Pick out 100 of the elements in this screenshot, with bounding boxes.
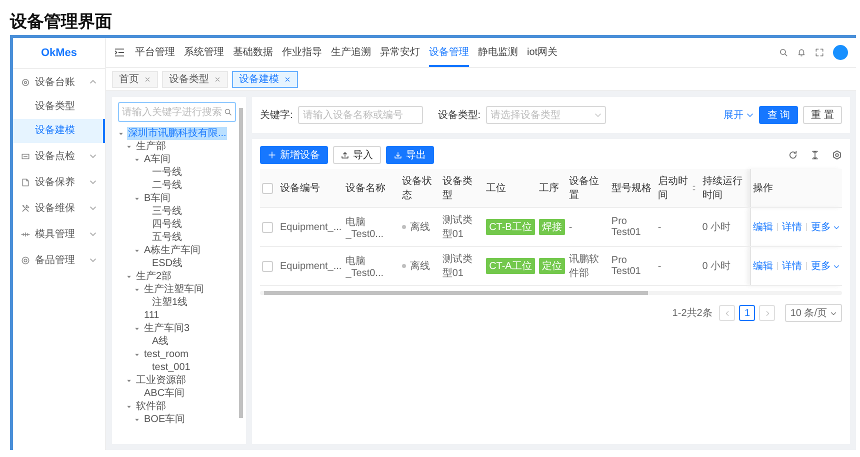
- bell-icon[interactable]: [797, 48, 806, 57]
- nav-tab[interactable]: 基础数据: [233, 38, 273, 67]
- checkbox[interactable]: [262, 222, 273, 232]
- refresh-icon[interactable]: [788, 150, 798, 160]
- tree-node[interactable]: 三号线: [151, 205, 183, 218]
- more-link[interactable]: 更多: [810, 220, 840, 234]
- nav-tab[interactable]: 异常安灯: [380, 38, 420, 67]
- page-tab[interactable]: 设备类型: [162, 70, 228, 88]
- edit-link[interactable]: 编辑: [752, 259, 773, 273]
- tree-node[interactable]: 二号线: [151, 179, 183, 192]
- nav-tab[interactable]: 作业指导: [282, 38, 322, 67]
- tree-node[interactable]: ABC车间: [143, 387, 186, 400]
- edit-link[interactable]: 编辑: [752, 220, 773, 234]
- nav-tab[interactable]: 静电监测: [478, 38, 518, 67]
- keyword-field[interactable]: 请输入设备名称或编号: [298, 106, 423, 124]
- tree-node[interactable]: 生产部: [135, 140, 167, 153]
- menu-icon[interactable]: [114, 47, 125, 58]
- caret-down-icon[interactable]: [134, 326, 140, 332]
- page-button[interactable]: 1: [739, 305, 756, 321]
- settings-icon[interactable]: [832, 150, 842, 160]
- page-title: 设备管理界面: [8, 11, 113, 33]
- tree-node[interactable]: 生产注塑车间: [143, 283, 205, 296]
- tree-node[interactable]: test_001: [151, 361, 192, 374]
- checkbox[interactable]: [262, 260, 273, 272]
- tree-node[interactable]: B车间: [143, 192, 172, 205]
- caret-down-icon[interactable]: [118, 130, 124, 136]
- upload-icon: [341, 151, 349, 159]
- close-icon[interactable]: [214, 76, 221, 82]
- tree-node[interactable]: 生产车间3: [143, 322, 191, 335]
- caret-down-icon[interactable]: [134, 248, 140, 254]
- tree-node[interactable]: A线: [151, 335, 170, 348]
- tag: CT-B工位: [486, 219, 535, 235]
- chevron-down-icon: [594, 111, 602, 119]
- close-icon[interactable]: [144, 76, 151, 82]
- sidebar-item[interactable]: 备品管理: [13, 247, 105, 273]
- tree-node[interactable]: A栋生产车间: [143, 244, 202, 257]
- caret-down-icon[interactable]: [134, 286, 140, 292]
- app-logo: OkMes: [13, 38, 105, 69]
- add-button[interactable]: 新增设备: [260, 146, 328, 164]
- more-link[interactable]: 更多: [810, 259, 840, 273]
- tree-node[interactable]: 软件部: [135, 400, 167, 413]
- tree-node[interactable]: A车间: [143, 153, 172, 166]
- fullscreen-icon[interactable]: [815, 48, 824, 57]
- sidebar-item[interactable]: 设备维保: [13, 195, 105, 221]
- tree-node[interactable]: 工业资源部: [135, 374, 187, 387]
- page-size-select[interactable]: 10 条/页: [785, 304, 842, 322]
- sidebar-item[interactable]: 模具管理: [13, 221, 105, 247]
- caret-down-icon[interactable]: [126, 378, 132, 384]
- sidebar-subitem[interactable]: 设备类型: [13, 95, 105, 119]
- column-header: 工序: [538, 182, 559, 195]
- tree-node[interactable]: 注塑1线: [151, 296, 189, 309]
- page-tab[interactable]: 首页: [112, 70, 158, 88]
- caret-down-icon[interactable]: [126, 404, 132, 410]
- column-header: 操作: [752, 182, 773, 195]
- caret-down-icon[interactable]: [134, 352, 140, 358]
- tag: 焊接: [538, 219, 565, 235]
- tree-node[interactable]: 生产2部: [135, 270, 173, 283]
- tree-node[interactable]: ESD线: [151, 257, 184, 270]
- close-icon[interactable]: [284, 76, 291, 82]
- status-dot: [402, 225, 406, 230]
- caret-down-icon[interactable]: [134, 196, 140, 202]
- horizontal-scrollbar[interactable]: [260, 291, 842, 295]
- tree-node[interactable]: test_room: [143, 348, 190, 361]
- search-button[interactable]: 查 询: [759, 106, 798, 124]
- caret-down-icon[interactable]: [134, 416, 140, 422]
- sidebar-item[interactable]: 设备保养: [13, 169, 105, 195]
- sidebar-subitem[interactable]: 设备建模: [13, 119, 105, 143]
- caret-down-icon[interactable]: [126, 274, 132, 280]
- nav-tab[interactable]: iot网关: [527, 38, 558, 67]
- ruler-icon: [21, 230, 30, 238]
- tree-node[interactable]: 111: [143, 309, 160, 322]
- sort-icon[interactable]: [690, 184, 698, 192]
- details-link[interactable]: 详情: [782, 259, 802, 273]
- nav-tab[interactable]: 系统管理: [184, 38, 224, 67]
- column-height-icon[interactable]: [810, 150, 820, 160]
- tag: CT-A工位: [486, 258, 535, 274]
- reset-button[interactable]: 重 置: [803, 106, 842, 124]
- field-label: 关键字:: [260, 108, 293, 122]
- sidebar-item[interactable]: 设备点检: [13, 143, 105, 169]
- tree-node[interactable]: 一号线: [151, 166, 183, 179]
- avatar[interactable]: [833, 45, 848, 60]
- search-icon[interactable]: [779, 48, 788, 57]
- checkbox[interactable]: [262, 182, 273, 194]
- pagination-summary: 1-2共2条: [672, 306, 712, 320]
- tree-node[interactable]: 四号线: [151, 218, 183, 231]
- tree-node[interactable]: BOE车间: [143, 413, 186, 426]
- page-tab[interactable]: 设备建模: [232, 70, 298, 88]
- nav-tab[interactable]: 生产追溯: [331, 38, 371, 67]
- tree-node[interactable]: 五号线: [151, 231, 183, 244]
- export-button[interactable]: 导出: [386, 146, 434, 164]
- expand-link[interactable]: 展开: [723, 108, 754, 122]
- document-icon: [21, 178, 30, 186]
- caret-down-icon[interactable]: [134, 156, 140, 162]
- sidebar-item[interactable]: 设备台账: [13, 69, 105, 95]
- import-button[interactable]: 导入: [333, 146, 381, 164]
- nav-tab[interactable]: 平台管理: [135, 38, 175, 67]
- details-link[interactable]: 详情: [782, 220, 802, 234]
- caret-down-icon[interactable]: [126, 144, 132, 150]
- device-type-select[interactable]: 请选择设备类型: [486, 106, 606, 124]
- monitor-icon: [21, 152, 30, 160]
